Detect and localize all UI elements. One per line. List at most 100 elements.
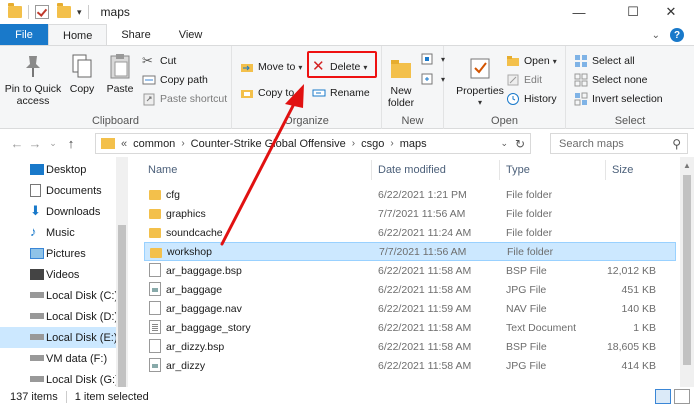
nav-item-drive-f[interactable]: VM data (F:) [0, 348, 116, 369]
column-divider[interactable] [371, 160, 372, 180]
scroll-up-icon[interactable]: ▲ [683, 161, 691, 170]
file-row[interactable]: soundcache 6/22/2021 11:24 AM File folde… [144, 223, 676, 242]
rename-button[interactable]: Rename [312, 86, 370, 100]
back-arrow-icon[interactable]: ← [8, 136, 26, 151]
column-divider[interactable] [605, 160, 606, 180]
refresh-icon[interactable]: ↻ [515, 137, 525, 151]
breadcrumb-common[interactable]: common [133, 138, 175, 150]
chevron-down-icon[interactable]: ⌄ [652, 30, 660, 41]
move-to-button[interactable]: Move to ▾ [240, 60, 302, 74]
address-bar[interactable]: « common › Counter-Strike Global Offensi… [95, 133, 531, 154]
file-row[interactable]: graphics 7/7/2021 11:56 AM File folder [144, 204, 676, 223]
nav-item-drive-g[interactable]: Local Disk (G:) [0, 369, 119, 387]
search-input[interactable]: Search maps ⚲ [550, 133, 688, 154]
paste-shortcut-button[interactable]: Paste shortcut [142, 92, 227, 106]
tab-share[interactable]: Share [107, 24, 164, 46]
customize-quick-access-icon[interactable]: ▾ [77, 7, 82, 18]
pin-to-quick-access-button[interactable]: Pin to Quick access [4, 52, 62, 107]
easy-access-icon [421, 73, 433, 85]
nav-pane-scrollbar[interactable] [116, 157, 128, 387]
breadcrumb-game[interactable]: Counter-Strike Global Offensive [191, 138, 346, 150]
select-none-label: Select none [592, 74, 648, 86]
chevron-right-icon[interactable]: › [181, 138, 184, 149]
easy-access-button[interactable]: ▾ [420, 72, 445, 86]
edit-button[interactable]: Edit [506, 73, 542, 87]
file-row[interactable]: ar_baggage.nav 6/22/2021 11:59 AM NAV Fi… [144, 299, 676, 318]
breadcrumb-overflow[interactable]: « [121, 138, 127, 150]
open-button[interactable]: Open ▾ [506, 54, 557, 68]
file-row[interactable]: ar_baggage 6/22/2021 11:58 AM JPG File 4… [144, 280, 676, 299]
new-folder-button[interactable]: New folder [384, 54, 418, 109]
column-header-date[interactable]: Date modified [378, 157, 446, 183]
divider [87, 5, 89, 19]
forward-arrow-icon[interactable]: → [26, 136, 44, 151]
file-row[interactable]: ar_baggage_story 6/22/2021 11:58 AM Text… [144, 318, 676, 337]
nav-item-videos[interactable]: Videos [0, 264, 116, 285]
select-group-label: Select [614, 115, 646, 127]
column-header-name[interactable]: Name [148, 157, 177, 183]
nav-item-drive-e[interactable]: Local Disk (E:) [0, 327, 118, 348]
file-row-selected[interactable]: workshop 7/7/2021 11:56 AM File folder [144, 242, 676, 261]
column-header-type[interactable]: Type [506, 157, 530, 183]
drive-icon [30, 334, 44, 340]
cut-label: Cut [160, 55, 177, 67]
cut-button[interactable]: ✂ Cut [142, 54, 176, 68]
file-row[interactable]: ar_baggage.bsp 6/22/2021 11:58 AM BSP Fi… [144, 261, 676, 280]
nav-item-label: Local Disk (C:) [46, 289, 119, 302]
nav-item-downloads[interactable]: ⬇ Downloads [0, 201, 116, 222]
copy-to-button[interactable]: Copy to ▾ [240, 86, 301, 100]
column-divider[interactable] [499, 160, 500, 180]
invert-selection-button[interactable]: Invert selection [574, 92, 663, 106]
chevron-right-icon[interactable]: › [390, 138, 393, 149]
properties-button[interactable]: Properties ▾ [452, 54, 508, 109]
properties-quick-icon[interactable] [35, 5, 49, 19]
file-row[interactable]: ar_dizzy.bsp 6/22/2021 11:58 AM BSP File… [144, 337, 676, 356]
address-dropdown-icon[interactable]: ⌄ [500, 138, 508, 149]
select-all-button[interactable]: Select all [574, 54, 635, 68]
file-row[interactable]: ar_dizzy 6/22/2021 11:58 AM JPG File 414… [144, 356, 676, 375]
tab-view[interactable]: View [165, 24, 217, 46]
chevron-right-icon[interactable]: › [352, 138, 355, 149]
scrollbar-thumb[interactable] [118, 225, 126, 387]
minimize-button[interactable]: — [556, 0, 602, 24]
column-header-size[interactable]: Size [612, 157, 633, 183]
copy-path-button[interactable]: Copy path [142, 73, 208, 87]
videos-icon [30, 269, 44, 280]
nav-item-desktop[interactable]: Desktop [0, 159, 116, 180]
file-type: JPG File [506, 283, 547, 296]
details-view-icon[interactable] [655, 389, 671, 404]
paste-icon [110, 54, 130, 79]
nav-item-label: Local Disk (D:) [46, 310, 119, 323]
new-folder-quick-icon[interactable] [57, 3, 71, 18]
breadcrumb-maps[interactable]: maps [400, 138, 427, 150]
drive-icon [30, 355, 44, 361]
scissors-icon: ✂ [142, 53, 153, 68]
close-button[interactable]: ✕ [648, 0, 694, 24]
nav-item-pictures[interactable]: Pictures [0, 243, 116, 264]
nav-item-documents[interactable]: Documents [0, 180, 116, 201]
folder-icon [150, 248, 162, 258]
window-title: maps [100, 5, 130, 19]
nav-item-drive-d[interactable]: Local Disk (D:) [0, 306, 119, 327]
help-icon[interactable]: ? [670, 28, 684, 42]
nav-item-label: Pictures [46, 247, 86, 260]
nav-item-drive-c[interactable]: Local Disk (C:) [0, 285, 119, 306]
paste-button[interactable]: Paste [102, 52, 138, 95]
select-none-button[interactable]: Select none [574, 73, 647, 87]
large-icons-view-icon[interactable] [674, 389, 690, 404]
tab-home[interactable]: Home [48, 24, 108, 46]
scrollbar-thumb[interactable] [683, 175, 691, 365]
history-button[interactable]: History [506, 92, 557, 106]
new-item-button[interactable]: ▾ [420, 52, 445, 66]
history-label: History [524, 93, 557, 105]
file-list-scrollbar[interactable]: ▲ [680, 157, 694, 387]
rename-icon [312, 89, 326, 97]
up-arrow-icon[interactable]: ↑ [62, 136, 80, 151]
recent-locations-icon[interactable]: ⌄ [44, 138, 62, 149]
copy-button[interactable]: Copy [64, 52, 100, 95]
file-row[interactable]: cfg 6/22/2021 1:21 PM File folder [144, 185, 676, 204]
breadcrumb-csgo[interactable]: csgo [361, 138, 384, 150]
nav-item-music[interactable]: ♪ Music [0, 222, 116, 243]
tab-file[interactable]: File [0, 24, 48, 46]
file-name: ar_dizzy.bsp [166, 340, 225, 353]
